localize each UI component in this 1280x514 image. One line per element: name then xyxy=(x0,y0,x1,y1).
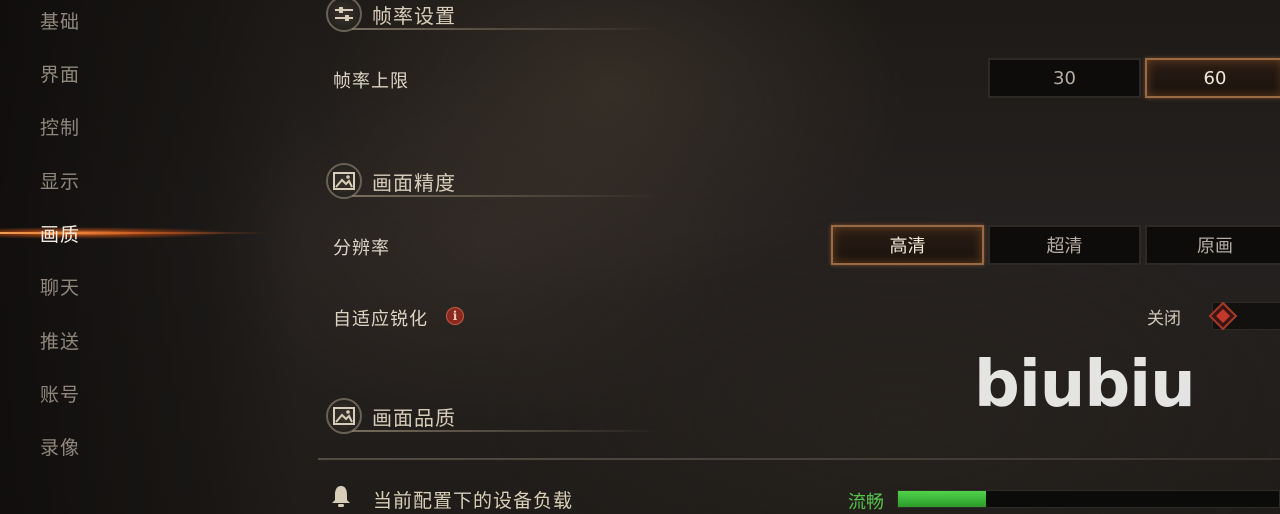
sidebar-item-recording[interactable]: 录像 xyxy=(0,426,300,466)
sidebar-item-display[interactable]: 显示 xyxy=(0,160,300,200)
resolution-option-hd[interactable]: 高清 xyxy=(831,225,984,265)
sidebar-item-interface[interactable]: 界面 xyxy=(0,53,300,93)
sidebar-item-graphics[interactable]: 画质 xyxy=(0,213,300,253)
adaptive-sharpen-label: 自适应锐化 xyxy=(333,309,428,330)
content-divider xyxy=(318,458,1280,460)
sidebar-item-control[interactable]: 控制 xyxy=(0,106,300,146)
framerate-option-60[interactable]: 60 xyxy=(1145,58,1280,98)
sidebar-item-label: 基础 xyxy=(40,10,81,33)
device-load-status: 流畅 xyxy=(848,492,884,513)
sidebar-item-label: 录像 xyxy=(40,436,81,459)
framerate-limit-label: 帧率上限 xyxy=(333,71,409,92)
watermark-logo: biubiu xyxy=(974,348,1196,422)
sidebar-item-account[interactable]: 账号 xyxy=(0,373,300,413)
image-icon xyxy=(326,163,362,199)
device-load-fill xyxy=(898,491,986,507)
section-divider xyxy=(352,195,662,197)
resolution-option-original[interactable]: 原画 xyxy=(1145,225,1280,265)
sidebar-item-label: 界面 xyxy=(40,63,81,86)
device-load-label: 当前配置下的设备负载 xyxy=(373,490,574,512)
section-title: 帧率设置 xyxy=(372,4,456,28)
sidebar-item-label: 控制 xyxy=(40,116,81,139)
sidebar-item-label: 聊天 xyxy=(40,276,81,299)
sidebar-item-label: 推送 xyxy=(40,330,81,353)
bell-icon xyxy=(330,484,352,508)
sidebar-item-basic[interactable]: 基础 xyxy=(0,0,300,40)
settings-sidebar: 基础 界面 控制 显示 画质 聊天 推送 账号 录像 xyxy=(0,0,300,514)
sidebar-item-push[interactable]: 推送 xyxy=(0,320,300,360)
section-title: 画面精度 xyxy=(372,171,456,195)
section-header-quality: 画面品质 xyxy=(322,398,662,438)
adaptive-sharpen-value: 关闭 xyxy=(1147,309,1181,329)
framerate-option-30[interactable]: 30 xyxy=(988,58,1141,98)
toggle-knob-diamond-icon[interactable] xyxy=(1208,301,1238,331)
section-header-precision: 画面精度 xyxy=(322,163,662,203)
image-icon xyxy=(326,398,362,434)
section-title: 画面品质 xyxy=(372,406,456,430)
sidebar-item-label: 账号 xyxy=(40,383,81,406)
sidebar-item-label: 画质 xyxy=(40,223,81,246)
device-load-bar xyxy=(897,490,1280,508)
sidebar-item-chat[interactable]: 聊天 xyxy=(0,266,300,306)
resolution-label: 分辨率 xyxy=(333,238,390,259)
section-divider xyxy=(352,28,662,30)
section-header-framerate: 帧率设置 xyxy=(322,0,662,36)
section-divider xyxy=(352,430,662,432)
sidebar-item-label: 显示 xyxy=(40,170,81,193)
resolution-option-uhd[interactable]: 超清 xyxy=(988,225,1141,265)
info-icon[interactable]: i xyxy=(446,307,464,325)
